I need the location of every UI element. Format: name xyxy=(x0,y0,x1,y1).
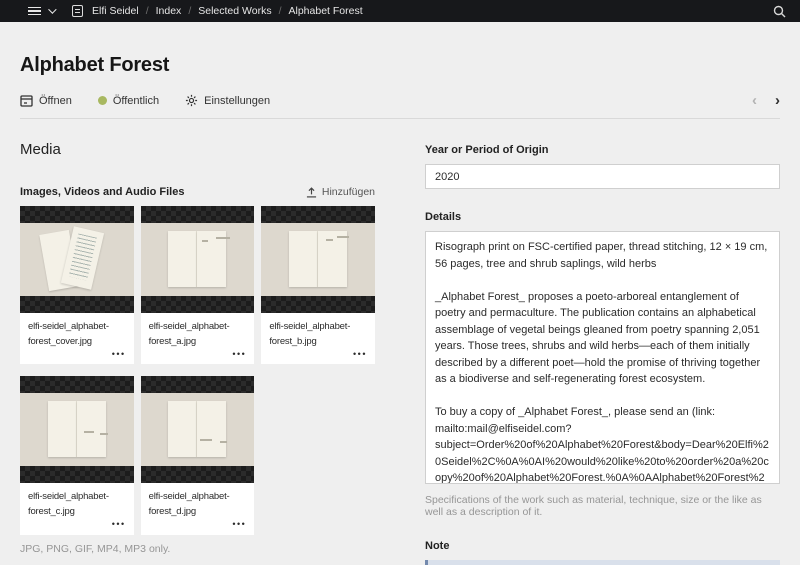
gear-icon xyxy=(186,94,198,107)
form-column: Year or Period of Origin Details Specifi… xyxy=(425,144,780,565)
note-field: Note Use Markdown and KirbyText to empha… xyxy=(425,540,780,565)
prev-page-button[interactable]: ‹ xyxy=(752,93,757,108)
file-thumbnail xyxy=(140,376,255,484)
open-button[interactable]: Öffnen xyxy=(20,95,72,107)
details-textarea[interactable] xyxy=(425,231,780,484)
upload-icon xyxy=(306,186,316,197)
file-thumbnail xyxy=(20,376,134,484)
file-name: elfi-seidel_alphabet-forest_c.jpg xyxy=(28,491,109,518)
status-public-icon xyxy=(97,96,107,105)
file-name: elfi-seidel_alphabet-forest_cover.jpg xyxy=(28,321,109,347)
file-caption: elfi-seidel_alphabet-forest_cover.jpg ••… xyxy=(20,313,134,364)
panel-app: Elfi Seidel / Index / Selected Works / A… xyxy=(0,0,800,565)
file-caption: elfi-seidel_alphabet-forest_d.jpg ••• xyxy=(141,483,255,534)
breadcrumb-site[interactable]: Elfi Seidel xyxy=(92,5,139,17)
file-options-button[interactable]: ••• xyxy=(232,518,246,532)
file-options-button[interactable]: ••• xyxy=(112,348,126,362)
file-options-button[interactable]: ••• xyxy=(232,348,246,362)
media-section-title: Media xyxy=(20,141,61,158)
file-thumbnail xyxy=(140,206,255,313)
next-page-button[interactable]: › xyxy=(775,93,780,108)
page-header: Alphabet Forest Öffnen Öffentlich Einste… xyxy=(0,22,800,119)
header-toolbar: Öffnen Öffentlich Einstellungen ‹ › xyxy=(20,93,780,119)
status-button[interactable]: Öffentlich xyxy=(97,94,160,107)
year-input[interactable] xyxy=(425,164,780,189)
search-button[interactable] xyxy=(773,5,786,18)
open-icon xyxy=(20,94,33,107)
file-card[interactable]: elfi-seidel_alphabet-forest_c.jpg ••• xyxy=(20,376,134,535)
details-field: Details Specifications of the work such … xyxy=(425,211,780,518)
details-field-label: Details xyxy=(425,211,462,223)
main-content: Media Images, Videos and Audio Files Hin… xyxy=(0,119,800,565)
breadcrumb: Elfi Seidel / Index / Selected Works / A… xyxy=(72,5,363,17)
file-card[interactable]: elfi-seidel_alphabet-forest_b.jpg ••• xyxy=(261,206,375,365)
page-title: Alphabet Forest xyxy=(20,54,170,76)
file-name: elfi-seidel_alphabet-forest_b.jpg xyxy=(269,321,351,347)
file-caption: elfi-seidel_alphabet-forest_c.jpg ••• xyxy=(20,483,134,534)
chevron-down-icon xyxy=(48,5,57,14)
year-field-label: Year or Period of Origin xyxy=(425,144,549,156)
note-info-box: Use Markdown and KirbyText to emphasize … xyxy=(425,560,780,565)
file-card[interactable]: elfi-seidel_alphabet-forest_d.jpg ••• xyxy=(140,376,255,535)
media-column: Media Images, Videos and Audio Files Hin… xyxy=(20,141,375,565)
file-options-button[interactable]: ••• xyxy=(112,518,126,532)
open-button-label: Öffnen xyxy=(39,94,72,107)
breadcrumb-selected-works[interactable]: Selected Works xyxy=(198,5,271,17)
page-icon xyxy=(72,5,83,17)
files-add-label: Hinzufügen xyxy=(321,186,375,198)
file-name: elfi-seidel_alphabet-forest_d.jpg xyxy=(148,491,230,518)
file-card[interactable]: elfi-seidel_alphabet-forest_a.jpg ••• xyxy=(140,206,255,365)
year-field: Year or Period of Origin xyxy=(425,144,780,189)
file-options-button[interactable]: ••• xyxy=(353,348,367,362)
file-caption: elfi-seidel_alphabet-forest_b.jpg ••• xyxy=(261,313,375,364)
status-label: Öffentlich xyxy=(112,94,160,107)
settings-button-label: Einstellungen xyxy=(204,94,271,107)
page-navigation: ‹ › xyxy=(752,93,780,108)
menu-button[interactable] xyxy=(28,5,57,16)
file-caption: elfi-seidel_alphabet-forest_a.jpg ••• xyxy=(141,313,255,364)
files-add-button[interactable]: Hinzufügen xyxy=(306,186,375,198)
note-field-label: Note xyxy=(425,540,450,552)
files-section-label: Images, Videos and Audio Files xyxy=(20,186,185,198)
breadcrumb-current-page[interactable]: Alphabet Forest xyxy=(289,5,363,17)
hamburger-icon xyxy=(28,6,41,16)
file-thumbnail xyxy=(20,206,134,313)
breadcrumb-separator: / xyxy=(145,5,149,17)
details-help-text: Specifications of the work such as mater… xyxy=(425,494,762,518)
file-card[interactable]: elfi-seidel_alphabet-forest_cover.jpg ••… xyxy=(20,206,134,365)
file-grid: elfi-seidel_alphabet-forest_cover.jpg ••… xyxy=(20,206,375,535)
file-thumbnail xyxy=(261,206,375,313)
file-name: elfi-seidel_alphabet-forest_a.jpg xyxy=(148,321,230,347)
breadcrumb-separator: / xyxy=(188,5,192,17)
search-icon xyxy=(773,5,786,17)
breadcrumb-index[interactable]: Index xyxy=(156,5,182,17)
files-help-text: JPG, PNG, GIF, MP4, MP3 only. xyxy=(20,542,171,555)
topbar: Elfi Seidel / Index / Selected Works / A… xyxy=(0,0,800,22)
breadcrumb-separator: / xyxy=(278,5,282,17)
settings-button[interactable]: Einstellungen xyxy=(185,94,270,107)
